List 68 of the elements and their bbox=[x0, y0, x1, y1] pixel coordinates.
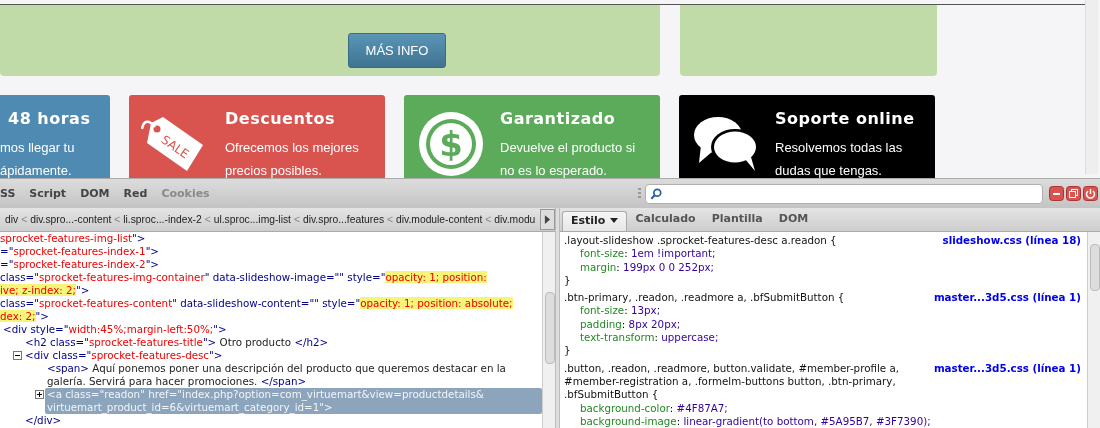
search-field[interactable] bbox=[645, 183, 1043, 204]
power-icon[interactable] bbox=[1083, 186, 1098, 201]
style-tab[interactable]: DOM bbox=[770, 211, 817, 231]
scrollbar[interactable] bbox=[1087, 232, 1100, 428]
breadcrumb-item[interactable]: div.module-content bbox=[395, 214, 484, 225]
css-declaration: font-size: 1em !important; bbox=[579, 247, 717, 261]
breadcrumb-separator: < bbox=[292, 214, 301, 225]
css-declaration: background-image: linear-gradient(to bottom, #5A95B7, #3F7390); bbox=[579, 414, 932, 428]
more-info-button[interactable]: MÁS INFO bbox=[348, 33, 446, 68]
scrollbar[interactable] bbox=[1085, 0, 1098, 174]
closing-brace: } bbox=[564, 344, 571, 357]
card-title: Garantizado bbox=[500, 109, 617, 128]
breadcrumb-separator: < bbox=[113, 214, 122, 225]
scrollbar[interactable] bbox=[542, 232, 555, 428]
triangle-right-icon bbox=[544, 215, 551, 224]
css-selector: .button, .readon, .readmore, button.validate, #member-profile a, #member-registration a, .formelm-buttons button, .btn-primary, .bfSubmitButton { bbox=[564, 361, 900, 402]
source-link[interactable]: master...3d5.css (línea 1) bbox=[933, 291, 1081, 305]
breadcrumb-item[interactable]: div bbox=[4, 214, 20, 225]
panel-tab[interactable]: Script bbox=[22, 187, 74, 200]
css-declaration: font-size: 13px; bbox=[579, 304, 662, 318]
breadcrumb-separator: < bbox=[386, 214, 395, 225]
style-tab[interactable]: Plantilla bbox=[703, 211, 771, 231]
dropdown-caret-icon bbox=[610, 218, 619, 223]
closing-brace: } bbox=[564, 273, 571, 286]
minimize-icon[interactable] bbox=[1049, 186, 1064, 201]
code-line[interactable]: sprocket-features-img-list"> bbox=[0, 232, 542, 245]
breadcrumb-separator: < bbox=[203, 214, 212, 225]
code-line[interactable]: <div style="width:45%;margin-left:50%;"> bbox=[3, 323, 542, 336]
restore-icon[interactable] bbox=[1066, 186, 1081, 201]
style-tab[interactable]: Calculado bbox=[627, 211, 704, 231]
panel-tab[interactable]: DOM bbox=[73, 187, 117, 200]
card-title: Descuentos bbox=[225, 109, 336, 128]
css-selector: .layout-slideshow .sprocket-features-desc a.readon { bbox=[564, 234, 837, 248]
code-line[interactable]: ="sprocket-features-index-1"> bbox=[0, 245, 542, 258]
breadcrumb-item[interactable]: li.sproc...-index-2 bbox=[122, 214, 203, 225]
breadcrumb-separator: < bbox=[20, 214, 29, 225]
grip-icon[interactable] bbox=[638, 188, 641, 199]
panel-tab[interactable]: SS bbox=[0, 187, 23, 200]
dollar-coin-icon: $ bbox=[416, 109, 486, 178]
scroll-right-button[interactable] bbox=[540, 209, 555, 230]
css-declaration: margin: 199px 0 0 252px; bbox=[579, 260, 716, 274]
code-line[interactable]: <div class="sprocket-features-desc"> bbox=[25, 349, 542, 362]
breadcrumb-item[interactable]: div.spro...features bbox=[301, 214, 386, 225]
card-description: Resolvemos todas las dudas que tengas. bbox=[775, 139, 904, 178]
breadcrumb-item[interactable]: div.modu bbox=[493, 214, 537, 225]
code-line[interactable]: ="sprocket-features-index-2"> bbox=[0, 258, 542, 271]
card-description: Devuelve el producto si no es lo esperado. bbox=[500, 139, 636, 178]
source-link[interactable]: slideshow.css (línea 18) bbox=[942, 234, 1081, 248]
collapse-toggle[interactable] bbox=[13, 351, 22, 360]
breadcrumb-separator: < bbox=[484, 214, 493, 225]
breadcrumb-item[interactable]: ul.sproc...img-list bbox=[212, 214, 292, 225]
card-description: Ofrecemos los mejores precios posibles. bbox=[225, 139, 359, 178]
expand-toggle[interactable] bbox=[35, 390, 44, 399]
card-title: Soporte online bbox=[775, 109, 915, 128]
breadcrumb-item[interactable]: div.spro...-content bbox=[29, 214, 113, 225]
source-link[interactable]: master...3d5.css (línea 1) bbox=[933, 361, 1081, 402]
css-selector: .btn-primary, .readon, .readmore a, .bfSubmitButton { bbox=[564, 291, 845, 305]
panel-tab[interactable]: Red bbox=[116, 187, 155, 200]
css-declaration: padding: 8px 20px; bbox=[579, 317, 682, 332]
code-line: </div> bbox=[25, 414, 63, 427]
card-description: mos llegar tu ápidamente. bbox=[0, 139, 76, 178]
css-declaration: background-color: #4F87A7; bbox=[579, 401, 729, 415]
card-title: 48 horas bbox=[8, 109, 91, 128]
css-declaration: text-transform: uppercase; bbox=[579, 331, 720, 345]
style-tab[interactable]: Estilo bbox=[562, 211, 628, 231]
code-line[interactable]: <span> Aquí ponemos poner una descripción del producto que queremos destacar en la galería. Servirá para hacer promociones. </span> bbox=[47, 362, 542, 388]
search-icon bbox=[650, 187, 662, 200]
code-line[interactable]: <h2 class="sprocket-features-title"> Otro producto </h2> bbox=[25, 336, 542, 349]
